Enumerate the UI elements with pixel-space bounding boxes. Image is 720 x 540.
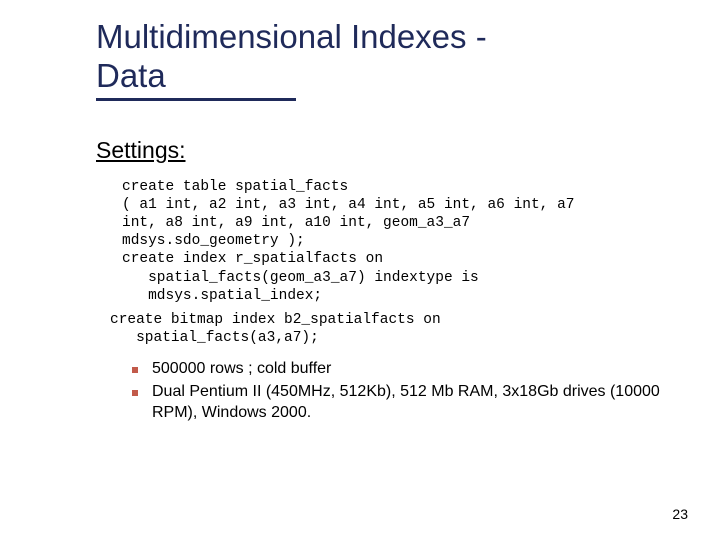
slide: Multidimensional Indexes - Data Settings… <box>0 0 720 540</box>
title-line-1: Multidimensional Indexes - <box>96 18 487 55</box>
bullet-text-2: Dual Pentium II (450MHz, 512Kb), 512 Mb … <box>152 382 666 424</box>
list-item: Dual Pentium II (450MHz, 512Kb), 512 Mb … <box>132 382 666 424</box>
bullet-text-1: 500000 rows ; cold buffer <box>152 359 331 380</box>
settings-heading: Settings: <box>96 137 666 164</box>
code-block-create-bitmap: create bitmap index b2_spatialfacts on s… <box>110 311 666 347</box>
bullet-icon <box>132 390 138 396</box>
list-item: 500000 rows ; cold buffer <box>132 359 666 380</box>
bullet-icon <box>132 367 138 373</box>
code-block-create-table: create table spatial_facts ( a1 int, a2 … <box>122 178 666 305</box>
slide-title: Multidimensional Indexes - Data <box>96 18 666 96</box>
bullet-list: 500000 rows ; cold buffer Dual Pentium I… <box>132 359 666 423</box>
title-underline <box>96 98 296 101</box>
title-line-2: Data <box>96 57 166 94</box>
page-number: 23 <box>672 506 688 522</box>
